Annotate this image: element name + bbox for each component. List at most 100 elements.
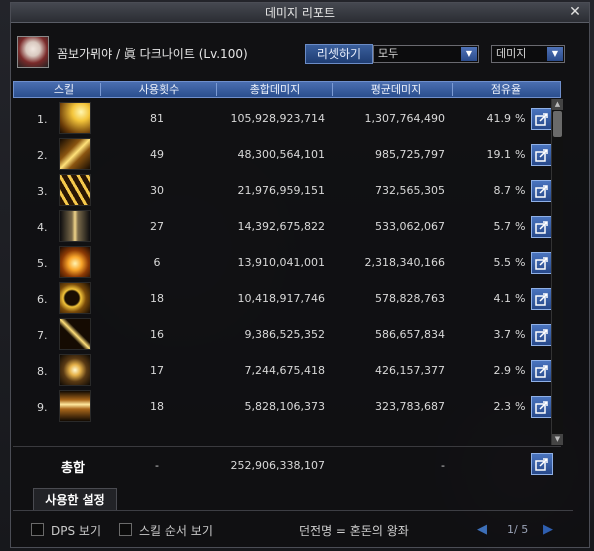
skill-order-checkbox[interactable] (119, 523, 132, 536)
row-rank: 6. (37, 293, 48, 306)
row-average-damage: 1,307,764,490 (364, 112, 445, 125)
row-rank: 7. (37, 329, 48, 342)
row-share: 5.5 (493, 256, 512, 269)
next-page-icon[interactable]: ▶ (543, 522, 553, 537)
skill-icon-multi-slash (59, 174, 91, 206)
share-icon (535, 329, 548, 342)
row-total-damage: 14,392,675,822 (237, 220, 325, 233)
share-icon (535, 149, 548, 162)
share-icon (535, 113, 548, 126)
sort-dropdown[interactable]: 데미지 ▼ (491, 45, 565, 63)
row-share: 4.1 (493, 292, 512, 305)
reset-button[interactable]: 리셋하기 (305, 44, 373, 64)
tab-used-settings[interactable]: 사용한 설정 (33, 488, 117, 510)
row-share: 5.7 (493, 220, 512, 233)
skill-icon-crescent (59, 282, 91, 314)
table-row: 9. 18 5,828,106,373 323,783,687 2.3% (13, 389, 561, 424)
share-icon (535, 257, 548, 270)
share-row-button[interactable] (531, 324, 553, 346)
dps-checkbox[interactable] (31, 523, 44, 536)
row-uses: 6 (153, 256, 161, 269)
row-rank: 8. (37, 365, 48, 378)
skill-icon-explosion (59, 246, 91, 278)
chevron-down-icon[interactable]: ▼ (547, 47, 563, 61)
row-uses: 18 (150, 292, 164, 305)
share-row-button[interactable] (531, 216, 553, 238)
table-row: 7. 16 9,386,525,352 586,657,834 3.7% (13, 317, 561, 352)
row-uses: 16 (150, 328, 164, 341)
row-average-damage: 2,318,340,166 (364, 256, 445, 269)
window-title: 데미지 리포트 (264, 6, 336, 20)
chevron-down-icon[interactable]: ▼ (461, 47, 477, 61)
row-rank: 2. (37, 149, 48, 162)
table-row: 4. 27 14,392,675,822 533,062,067 5.7% (13, 209, 561, 244)
row-uses: 18 (150, 400, 164, 413)
skill-icon-swords (59, 210, 91, 242)
table-header: 스킬 사용횟수 총합데미지 평균데미지 점유율 (13, 81, 561, 98)
row-share: 3.7 (493, 328, 512, 341)
share-row-button[interactable] (531, 144, 553, 166)
total-damage: 252,906,338,107 (230, 459, 325, 472)
share-row-button[interactable] (531, 360, 553, 382)
row-percent-sign: % (515, 148, 526, 161)
table-row: 8. 17 7,244,675,418 426,157,377 2.9% (13, 353, 561, 388)
damage-report-window: 데미지 리포트 ✕ 꼼보가뮈야 / 眞 다크나이트 (Lv.100) 리셋하기 … (10, 2, 590, 548)
dps-checkbox-label: DPS 보기 (51, 524, 101, 538)
prev-page-icon[interactable]: ◀ (477, 522, 487, 537)
total-row: 총합 - 252,906,338,107 - (13, 446, 561, 480)
share-row-button[interactable] (531, 252, 553, 274)
row-uses: 27 (150, 220, 164, 233)
share-total-button[interactable] (531, 453, 553, 475)
row-share: 19.1 (486, 148, 512, 161)
close-button[interactable]: ✕ (567, 4, 583, 21)
scroll-down-icon[interactable]: ▼ (552, 434, 563, 445)
row-total-damage: 5,828,106,373 (244, 400, 325, 413)
skill-icon-flame-pillar (59, 390, 91, 422)
row-rank: 1. (37, 113, 48, 126)
share-icon (535, 221, 548, 234)
row-uses: 49 (150, 148, 164, 161)
table-row: 2. 49 48,300,564,101 985,725,797 19.1% (13, 137, 561, 172)
share-icon (535, 185, 548, 198)
row-total-damage: 9,386,525,352 (244, 328, 325, 341)
row-percent-sign: % (515, 292, 526, 305)
row-percent-sign: % (515, 400, 526, 413)
table-row: 6. 18 10,418,917,746 578,828,763 4.1% (13, 281, 561, 316)
share-icon (535, 293, 548, 306)
table-row: 1. 81 105,928,923,714 1,307,764,490 41.9% (13, 101, 561, 136)
share-icon (535, 401, 548, 414)
row-average-damage: 533,062,067 (375, 220, 445, 233)
share-row-button[interactable] (531, 108, 553, 130)
table-scrollbar[interactable]: ▲ ▼ (551, 99, 563, 445)
row-total-damage: 105,928,923,714 (230, 112, 325, 125)
header-share: 점유율 (490, 83, 522, 96)
scroll-up-icon[interactable]: ▲ (552, 99, 563, 110)
share-row-button[interactable] (531, 396, 553, 418)
row-average-damage: 732,565,305 (375, 184, 445, 197)
row-rank: 5. (37, 257, 48, 270)
row-uses: 17 (150, 364, 164, 377)
scroll-thumb[interactable] (553, 111, 562, 137)
skill-icon-slash-gold (59, 102, 91, 134)
share-icon (535, 458, 548, 471)
row-percent-sign: % (515, 256, 526, 269)
header-divider (452, 83, 453, 96)
window-titlebar[interactable]: 데미지 리포트 ✕ (11, 3, 589, 23)
row-average-damage: 578,828,763 (375, 292, 445, 305)
header-divider (100, 83, 101, 96)
row-uses: 81 (150, 112, 164, 125)
share-row-button[interactable] (531, 180, 553, 202)
row-total-damage: 7,244,675,418 (244, 364, 325, 377)
row-average-damage: 985,725,797 (375, 148, 445, 161)
skill-table: 스킬 사용횟수 총합데미지 평균데미지 점유율 1. 81 105,928,923,… (13, 81, 579, 491)
row-share: 2.9 (493, 364, 512, 377)
character-avatar (17, 36, 49, 68)
tab-divider (13, 510, 573, 511)
footer-bar: DPS 보기 스킬 순서 보기 던전명 = 혼돈의 왕좌 ◀ 1/ 5 ▶ (11, 517, 589, 541)
row-percent-sign: % (515, 184, 526, 197)
row-share: 2.3 (493, 400, 512, 413)
share-row-button[interactable] (531, 288, 553, 310)
sort-dropdown-value: 데미지 (496, 47, 527, 60)
filter-dropdown[interactable]: 모두 ▼ (373, 45, 479, 63)
row-total-damage: 21,976,959,151 (237, 184, 325, 197)
